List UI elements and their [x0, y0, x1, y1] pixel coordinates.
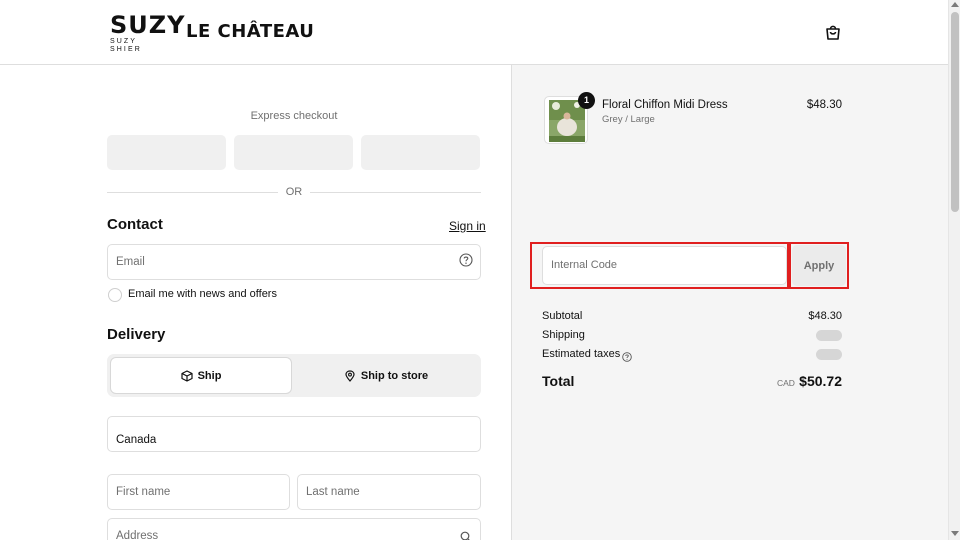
shipping-loading-placeholder: [816, 330, 842, 341]
box-icon: [180, 369, 193, 382]
scroll-up-arrow-icon[interactable]: [951, 2, 959, 7]
total-value: $50.72: [799, 373, 842, 389]
address-placeholder: Address: [116, 530, 159, 540]
news-offers-label: Email me with news and offers: [128, 288, 277, 300]
subtotal-label: Subtotal: [542, 310, 583, 322]
country-select[interactable]: Canada: [107, 416, 481, 452]
scroll-down-arrow-icon[interactable]: [951, 531, 959, 536]
ship-to-store-option-label: Ship to store: [360, 369, 429, 382]
address-field[interactable]: Address: [107, 518, 481, 540]
code-input-highlight: [530, 242, 789, 289]
subtotal-value: $48.30: [808, 310, 842, 322]
total-currency: CAD: [777, 378, 795, 388]
divider-line-right: [310, 192, 481, 193]
taxes-loading-placeholder: [816, 349, 842, 360]
shopping-bag-icon[interactable]: [823, 22, 843, 42]
location-pin-icon: [345, 369, 355, 382]
express-payment-button-3[interactable]: [361, 135, 480, 170]
product-variant: Grey / Large: [602, 114, 655, 125]
first-name-placeholder: First name: [116, 486, 171, 498]
product-price: $48.30: [806, 99, 842, 111]
total-label: Total: [542, 373, 575, 389]
product-name: Floral Chiffon Midi Dress: [602, 99, 728, 111]
suzy-logo-tagline: SUZY SHIER: [110, 38, 142, 53]
country-value: Canada: [116, 434, 157, 446]
or-divider-text: OR: [285, 186, 303, 198]
email-field[interactable]: Email: [107, 244, 481, 280]
ship-option-button[interactable]: Ship: [110, 357, 292, 394]
taxes-help-icon[interactable]: [622, 349, 632, 362]
search-icon: [460, 531, 470, 540]
delivery-method-toggle: Ship Ship to store: [107, 354, 481, 397]
last-name-placeholder: Last name: [306, 486, 360, 498]
divider-line-left: [107, 192, 278, 193]
express-payment-button-2[interactable]: [234, 135, 353, 170]
email-placeholder: Email: [116, 256, 145, 268]
suzy-logo[interactable]: SUZY SUZY SHIER: [110, 11, 186, 54]
quantity-badge: 1: [578, 92, 595, 109]
express-checkout-label: Express checkout: [250, 110, 338, 122]
help-circle-icon[interactable]: [459, 253, 473, 267]
site-header: SUZY SUZY SHIER LE CHÂTEAU: [0, 0, 948, 65]
suzy-logo-text: SUZY: [110, 11, 186, 39]
estimated-taxes-label: Estimated taxes: [542, 348, 621, 360]
scrollbar-thumb[interactable]: [951, 12, 959, 212]
contact-heading: Contact: [107, 216, 163, 233]
first-name-field[interactable]: First name: [107, 474, 290, 510]
sign-in-link[interactable]: Sign in: [449, 219, 486, 233]
page-scrollbar[interactable]: [948, 0, 960, 540]
express-payment-button-1[interactable]: [107, 135, 226, 170]
delivery-heading: Delivery: [107, 326, 166, 343]
last-name-field[interactable]: Last name: [297, 474, 481, 510]
apply-button-highlight: [789, 242, 849, 289]
news-offers-checkbox[interactable]: [108, 288, 122, 302]
le-chateau-logo[interactable]: LE CHÂTEAU: [186, 21, 314, 42]
ship-to-store-option-button[interactable]: Ship to store: [294, 357, 478, 394]
ship-option-label: Ship: [197, 369, 222, 382]
shipping-label: Shipping: [542, 329, 585, 341]
